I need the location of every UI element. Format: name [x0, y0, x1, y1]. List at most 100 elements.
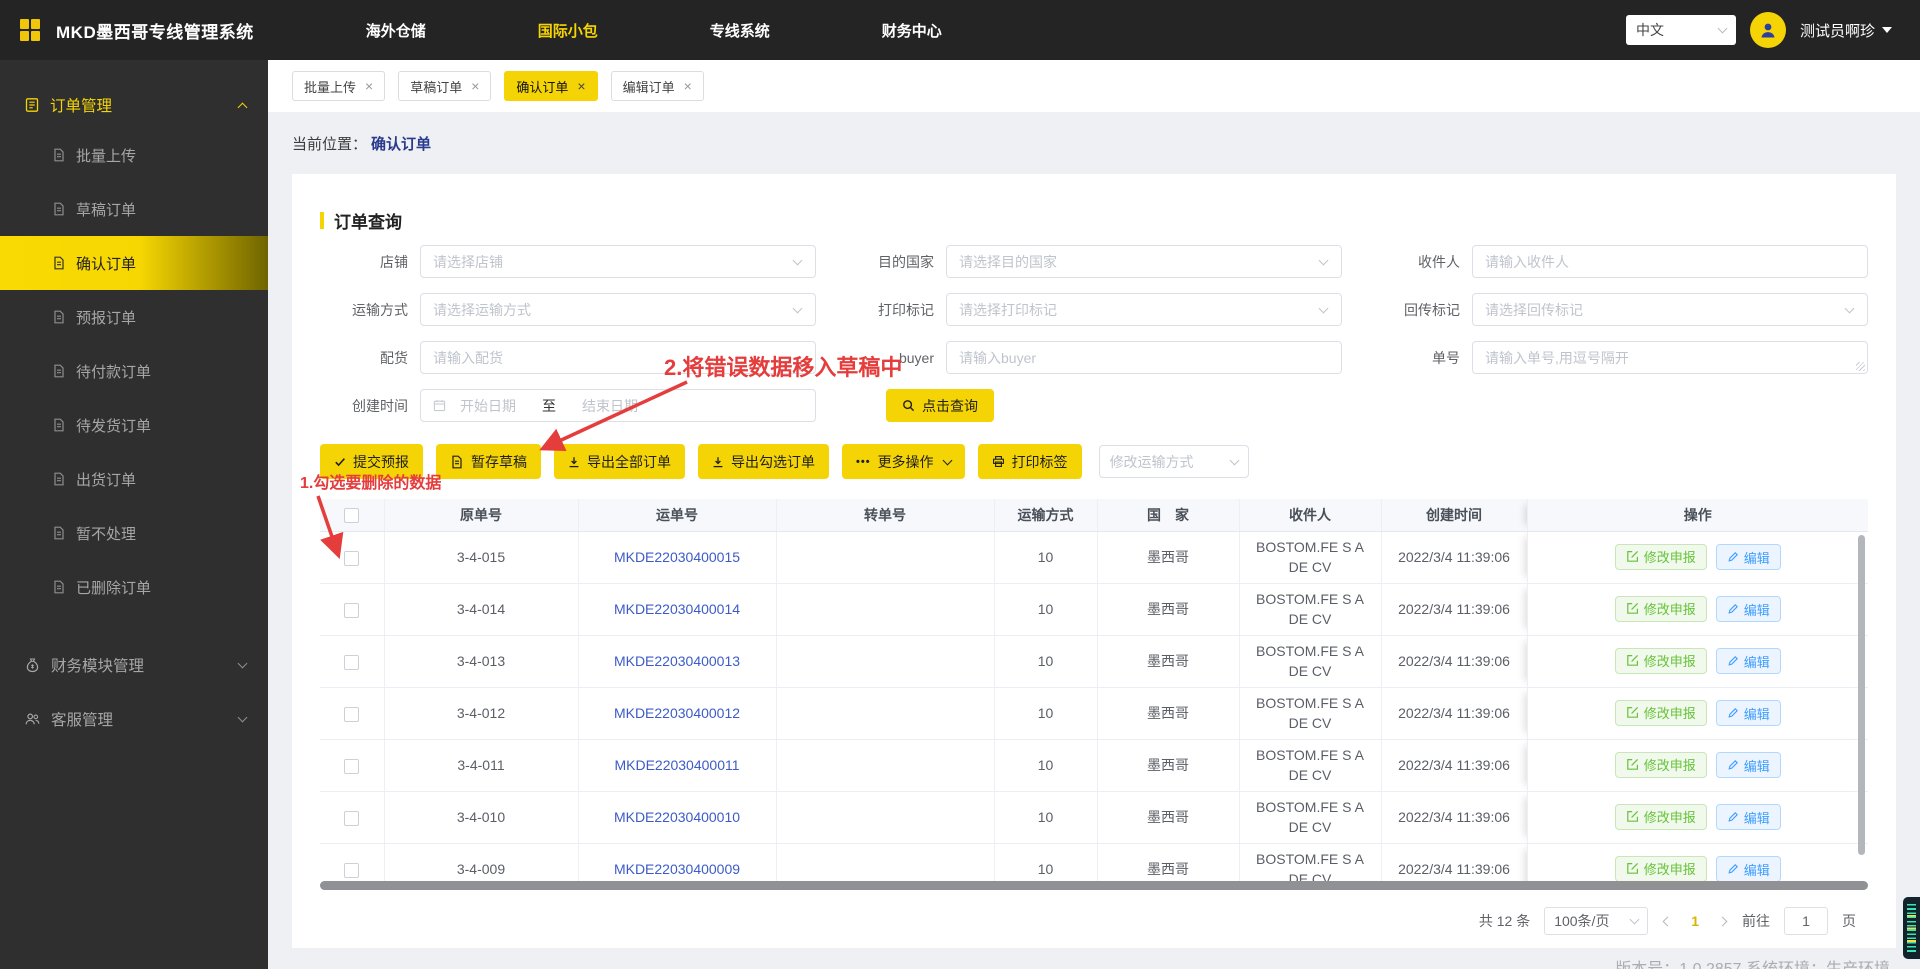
table-row: 3-4-011 MKDE22030400011 10 墨西哥 BOSTOM.FE S A…: [320, 739, 1868, 792]
nav-item-2[interactable]: 国际小包: [538, 20, 598, 41]
document-icon: [52, 526, 66, 540]
buyer-input[interactable]: 请输入buyer: [946, 341, 1342, 374]
sidebar-item-8[interactable]: 暂不处理: [0, 506, 268, 560]
modify-declare-button[interactable]: 修改申报: [1614, 855, 1707, 881]
table-row: 3-4-015 MKDE22030400015 10 墨西哥 BOSTOM.FE S A…: [320, 531, 1868, 584]
dest-country-select[interactable]: 请选择目的国家: [946, 245, 1342, 278]
main-content: 批量上传 × 草稿订单 × 确认订单 × 编辑订单 × 当前位置： 确认订单 订单查询 店铺请…: [268, 0, 1920, 969]
shop-select[interactable]: 请选择店铺: [420, 245, 816, 278]
edit-button[interactable]: 编辑: [1715, 804, 1781, 831]
nav-item-4[interactable]: 财务中心: [882, 20, 942, 41]
modify-transport-select[interactable]: 修改运输方式: [1098, 445, 1249, 478]
language-select[interactable]: 中文: [1625, 15, 1736, 45]
tracking-no-link[interactable]: MKDE22030400009: [614, 861, 740, 877]
search-button[interactable]: 点击查询: [886, 389, 994, 422]
modify-declare-button[interactable]: 修改申报: [1614, 699, 1707, 726]
country-cell: 墨西哥: [1097, 791, 1240, 844]
sidebar-group-order-management[interactable]: 订单管理: [0, 82, 268, 128]
tracking-no-link[interactable]: MKDE22030400011: [614, 757, 739, 773]
modify-declare-button[interactable]: 修改申报: [1614, 803, 1707, 830]
created-time-range-picker[interactable]: 开始日期 至 结束日期: [420, 389, 816, 422]
select-all-checkbox[interactable]: [344, 508, 360, 524]
transport-mode-cell: 10: [994, 791, 1098, 844]
close-icon[interactable]: ×: [577, 79, 585, 93]
form-row-date: 创建时间 开始日期 至 结束日期 点击查询: [320, 389, 1868, 422]
transport-mode-cell: 10: [994, 739, 1098, 792]
row-checkbox[interactable]: [344, 758, 360, 774]
edit-button[interactable]: 编辑: [1715, 700, 1781, 727]
placeholder-text: 请选择打印标记: [959, 301, 1057, 318]
transfer-no-cell: [776, 635, 995, 688]
sidebar-item-2[interactable]: 草稿订单: [0, 182, 268, 236]
end-date-input[interactable]: 结束日期: [582, 396, 803, 416]
user-icon: [1761, 23, 1775, 38]
row-checkbox[interactable]: [344, 706, 360, 722]
start-date-input[interactable]: 开始日期: [460, 396, 516, 416]
tab-3[interactable]: 确认订单 ×: [504, 71, 598, 101]
tab-1[interactable]: 批量上传 ×: [292, 71, 386, 101]
floating-widget[interactable]: [1903, 897, 1920, 959]
row-checkbox[interactable]: [344, 602, 360, 618]
close-icon[interactable]: ×: [684, 79, 692, 93]
user-menu[interactable]: 测试员啊珍: [1800, 20, 1892, 41]
tab-4[interactable]: 编辑订单 ×: [610, 71, 704, 101]
edit-button[interactable]: 编辑: [1715, 596, 1781, 623]
modify-declare-button[interactable]: 修改申报: [1614, 647, 1707, 674]
edit-button[interactable]: 编辑: [1715, 544, 1781, 571]
print-mark-select[interactable]: 请选择打印标记: [946, 293, 1342, 326]
close-icon[interactable]: ×: [365, 79, 373, 93]
modify-declare-button[interactable]: 修改申报: [1614, 751, 1707, 778]
vertical-scrollbar[interactable]: [1858, 535, 1865, 855]
toolbar-button-5[interactable]: ••• 更多操作: [842, 444, 965, 479]
sidebar-item-6[interactable]: 待发货订单: [0, 398, 268, 452]
edit-button[interactable]: 编辑: [1715, 752, 1781, 779]
toolbar-button-4[interactable]: 导出勾选订单: [698, 444, 829, 479]
tracking-no-link[interactable]: MKDE22030400012: [614, 705, 740, 721]
toolbar-button-3[interactable]: 导出全部订单: [554, 444, 685, 479]
nav-item-1[interactable]: 海外仓储: [366, 20, 426, 41]
row-checkbox[interactable]: [344, 550, 360, 566]
tracking-no-link[interactable]: MKDE22030400014: [614, 601, 740, 617]
toolbar-button-6[interactable]: 打印标签: [977, 444, 1082, 479]
sidebar-item-9[interactable]: 已删除订单: [0, 560, 268, 614]
receiver-input[interactable]: 请输入收件人: [1472, 245, 1868, 278]
transport-mode-select[interactable]: 请选择运输方式: [420, 293, 816, 326]
toolbar-button-2[interactable]: 暂存草稿: [436, 444, 541, 479]
document-icon: [52, 202, 66, 216]
avatar[interactable]: [1749, 12, 1786, 48]
page-size-select[interactable]: 100条/页: [1544, 907, 1649, 935]
table-row: 3-4-014 MKDE22030400014 10 墨西哥 BOSTOM.FE S A…: [320, 583, 1868, 636]
sidebar-item-5[interactable]: 待付款订单: [0, 344, 268, 398]
total-count: 共 12 条: [1478, 913, 1531, 929]
return-mark-select[interactable]: 请选择回传标记: [1472, 293, 1868, 326]
horizontal-scrollbar[interactable]: [320, 881, 1868, 890]
row-checkbox[interactable]: [344, 862, 360, 878]
row-checkbox[interactable]: [344, 654, 360, 670]
goto-page-input[interactable]: [1784, 907, 1828, 935]
modify-declare-button[interactable]: 修改申报: [1614, 543, 1707, 570]
next-page-button[interactable]: [1717, 916, 1728, 926]
tracking-no-link[interactable]: MKDE22030400013: [614, 653, 740, 669]
calendar-icon: [433, 399, 446, 412]
tracking-no-link[interactable]: MKDE22030400015: [614, 549, 740, 565]
resize-handle-icon[interactable]: [1856, 362, 1865, 371]
tab-2[interactable]: 草稿订单 ×: [398, 71, 492, 101]
sidebar-group-2[interactable]: 财务模块管理: [0, 638, 268, 692]
tracking-no-link[interactable]: MKDE22030400010: [614, 809, 740, 825]
edit-button[interactable]: 编辑: [1715, 856, 1781, 881]
modify-declare-button[interactable]: 修改申报: [1614, 595, 1707, 622]
sidebar-group-3[interactable]: 客服管理: [0, 692, 268, 746]
current-page[interactable]: 1: [1687, 913, 1703, 929]
row-checkbox[interactable]: [344, 810, 360, 826]
sidebar-item-4[interactable]: 预报订单: [0, 290, 268, 344]
edit-button[interactable]: 编辑: [1715, 648, 1781, 675]
sidebar-item-3[interactable]: 确认订单: [0, 236, 268, 290]
sidebar-item-1[interactable]: 批量上传: [0, 128, 268, 182]
prev-page-button[interactable]: [1662, 916, 1673, 926]
app-logo-grid-icon[interactable]: [20, 19, 40, 41]
nav-item-3[interactable]: 专线系统: [710, 20, 770, 41]
created-time-cell: 2022/3/4 11:39:06: [1381, 843, 1528, 881]
sidebar-item-7[interactable]: 出货订单: [0, 452, 268, 506]
close-icon[interactable]: ×: [471, 79, 479, 93]
order-no-textarea[interactable]: 请输入单号,用逗号隔开: [1472, 341, 1868, 374]
